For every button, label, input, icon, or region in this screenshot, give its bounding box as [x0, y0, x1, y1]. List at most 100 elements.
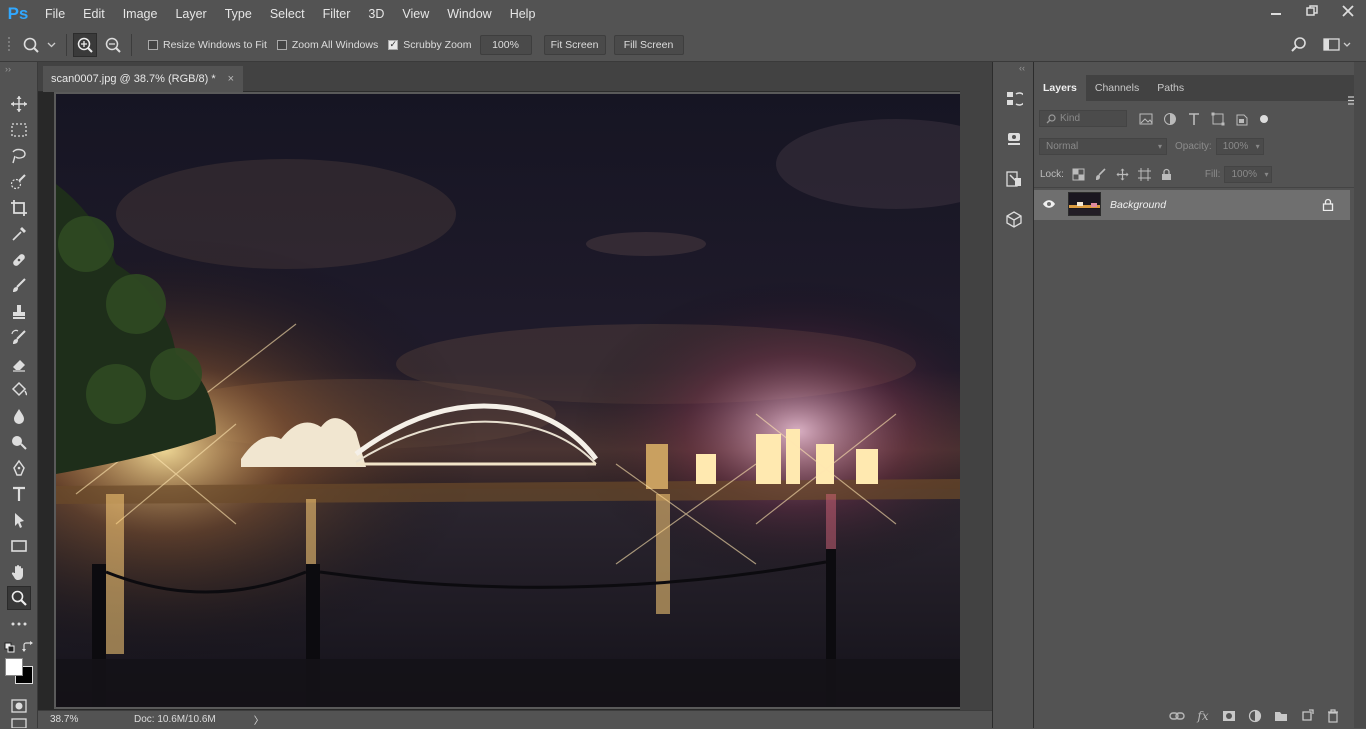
blur-tool-icon[interactable]: [7, 404, 31, 428]
zoom-100-button[interactable]: 100%: [479, 34, 532, 55]
workspace-switcher-icon[interactable]: [1322, 33, 1354, 57]
tab-paths[interactable]: Paths: [1148, 75, 1193, 101]
new-layer-icon[interactable]: [1294, 706, 1320, 726]
pixel-filter-icon[interactable]: [1139, 112, 1153, 126]
move-tool-icon[interactable]: [7, 92, 31, 116]
filter-kind-select[interactable]: Kind: [1039, 110, 1127, 127]
path-selection-tool-icon[interactable]: [7, 508, 31, 532]
history-brush-tool-icon[interactable]: [7, 326, 31, 350]
zoom-all-windows-checkbox[interactable]: Zoom All Windows: [276, 39, 378, 51]
history-panel-icon[interactable]: [1001, 86, 1027, 112]
menu-file[interactable]: File: [36, 0, 74, 28]
type-filter-icon[interactable]: [1187, 112, 1201, 126]
close-window-icon[interactable]: [1330, 0, 1366, 22]
pen-tool-icon[interactable]: [7, 456, 31, 480]
collapse-arrows-icon[interactable]: ››: [5, 64, 11, 74]
new-group-folder-icon[interactable]: [1268, 706, 1294, 726]
canvas-image[interactable]: [56, 94, 960, 707]
adjustment-filter-icon[interactable]: [1163, 112, 1177, 126]
panel-scrollbar[interactable]: [1354, 62, 1366, 728]
type-tool-icon[interactable]: [7, 482, 31, 506]
minimize-icon[interactable]: [1258, 0, 1294, 22]
menu-type[interactable]: Type: [216, 0, 261, 28]
menu-select[interactable]: Select: [261, 0, 314, 28]
menu-view[interactable]: View: [393, 0, 438, 28]
scrubby-zoom-checkbox[interactable]: ✓ Scrubby Zoom: [388, 39, 472, 51]
search-icon[interactable]: [1287, 33, 1311, 57]
link-layers-icon[interactable]: [1164, 706, 1190, 726]
tab-layers[interactable]: Layers: [1034, 75, 1086, 101]
fit-screen-button[interactable]: Fit Screen: [543, 34, 606, 55]
lock-all-icon[interactable]: [1160, 168, 1173, 181]
dodge-tool-icon[interactable]: [7, 430, 31, 454]
rectangle-tool-icon[interactable]: [7, 534, 31, 558]
paint-bucket-tool-icon[interactable]: [7, 378, 31, 402]
add-mask-icon[interactable]: [1216, 706, 1242, 726]
properties-panel-icon[interactable]: [1001, 126, 1027, 152]
marquee-tool-icon[interactable]: [7, 118, 31, 142]
lock-artboard-icon[interactable]: [1137, 168, 1151, 181]
close-tab-icon[interactable]: ×: [228, 73, 234, 85]
menu-help[interactable]: Help: [501, 0, 545, 28]
checkbox-box[interactable]: [148, 39, 158, 50]
fill-field[interactable]: 100% ▾: [1224, 166, 1273, 183]
blend-mode-select[interactable]: Normal ▾: [1039, 138, 1167, 155]
shape-filter-icon[interactable]: [1211, 112, 1225, 126]
clone-stamp-tool-icon[interactable]: [7, 300, 31, 324]
document-tab[interactable]: scan0007.jpg @ 38.7% (RGB/8) * ×: [43, 66, 243, 92]
eye-visibility-icon[interactable]: [1042, 198, 1056, 213]
zoom-in-icon[interactable]: [73, 32, 97, 57]
zoom-level[interactable]: 38.7%: [38, 714, 86, 725]
swap-colors-icon[interactable]: [22, 641, 34, 656]
menu-image[interactable]: Image: [114, 0, 167, 28]
adjustments-panel-icon[interactable]: [1001, 166, 1027, 192]
document-area: scan0007.jpg @ 38.7% (RGB/8) * ×: [38, 62, 992, 728]
new-adjustment-layer-icon[interactable]: [1242, 706, 1268, 726]
lock-position-icon[interactable]: [1116, 168, 1129, 181]
zoom-out-icon[interactable]: [101, 33, 125, 57]
lasso-tool-icon[interactable]: [7, 144, 31, 168]
tool-preset-picker[interactable]: [20, 33, 60, 57]
menu-3d[interactable]: 3D: [359, 0, 393, 28]
eraser-tool-icon[interactable]: [7, 352, 31, 376]
status-menu-arrow[interactable]: 〉: [254, 712, 264, 727]
chevron-down-icon[interactable]: ▾: [1264, 170, 1268, 179]
crop-tool-icon[interactable]: [7, 196, 31, 220]
vertical-scrollbar[interactable]: [960, 62, 992, 710]
divider: [66, 33, 67, 56]
menu-layer[interactable]: Layer: [166, 0, 215, 28]
checkbox-box[interactable]: [276, 39, 287, 50]
foreground-color-swatch[interactable]: [5, 658, 23, 676]
collapse-arrows-icon[interactable]: ‹‹: [1019, 63, 1025, 73]
filter-toggle-icon[interactable]: [1259, 114, 1269, 124]
screen-mode-icon[interactable]: [7, 717, 31, 729]
healing-brush-tool-icon[interactable]: [7, 248, 31, 272]
menu-window[interactable]: Window: [438, 0, 500, 28]
default-colors-icon[interactable]: [4, 642, 16, 657]
opacity-label: Opacity:: [1175, 141, 1212, 152]
delete-layer-icon[interactable]: [1320, 706, 1346, 726]
fill-screen-button[interactable]: Fill Screen: [613, 34, 684, 55]
layer-name[interactable]: Background: [1110, 199, 1166, 211]
3d-panel-icon[interactable]: [1001, 206, 1027, 232]
layer-style-fx-icon[interactable]: fx: [1190, 706, 1216, 726]
smart-object-filter-icon[interactable]: [1235, 112, 1249, 126]
restore-icon[interactable]: [1294, 0, 1330, 22]
hand-tool-icon[interactable]: [7, 560, 31, 584]
checkbox-checked[interactable]: ✓: [388, 39, 399, 50]
tab-channels[interactable]: Channels: [1086, 75, 1148, 101]
opacity-field[interactable]: 100% ▾: [1215, 138, 1264, 155]
layer-row-background[interactable]: Background: [1034, 190, 1350, 220]
quick-selection-tool-icon[interactable]: [7, 170, 31, 194]
more-tools-icon[interactable]: [7, 612, 31, 636]
resize-windows-checkbox[interactable]: Resize Windows to Fit: [148, 39, 267, 51]
chevron-down-icon[interactable]: ▾: [1256, 142, 1260, 151]
brush-tool-icon[interactable]: [7, 274, 31, 298]
menu-filter[interactable]: Filter: [314, 0, 360, 28]
eyedropper-tool-icon[interactable]: [7, 222, 31, 246]
zoom-tool-icon[interactable]: [7, 586, 31, 610]
quick-mask-icon[interactable]: [7, 694, 31, 718]
lock-image-pixels-icon[interactable]: [1094, 168, 1107, 181]
menu-edit[interactable]: Edit: [74, 0, 114, 28]
lock-transparent-icon[interactable]: [1072, 168, 1085, 181]
